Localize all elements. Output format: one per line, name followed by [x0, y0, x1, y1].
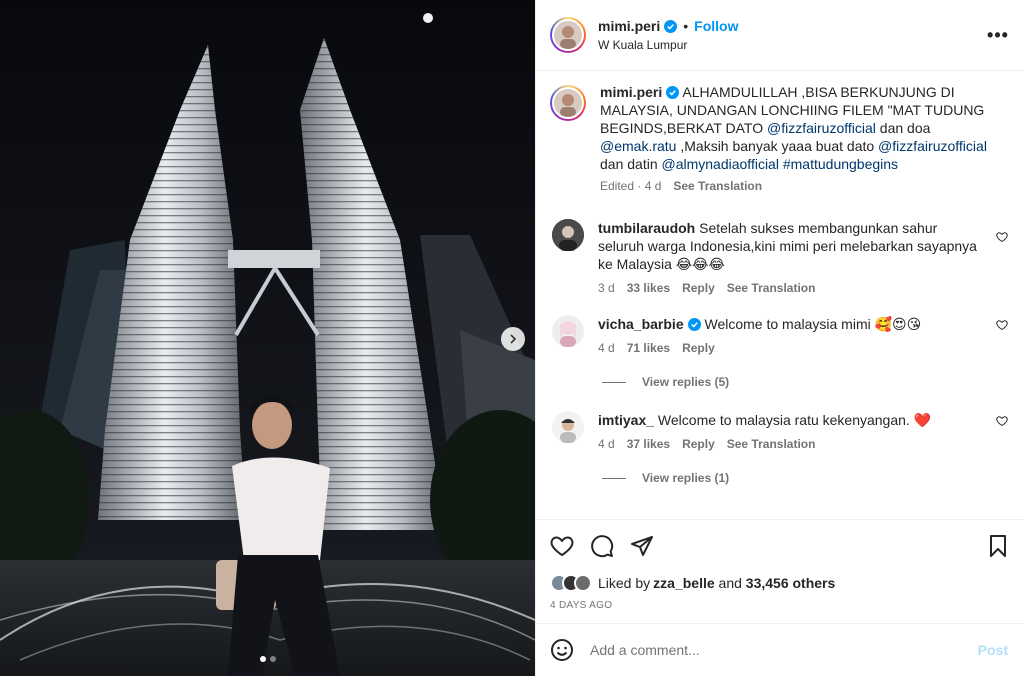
chevron-right-icon [510, 334, 517, 344]
liker-avatars[interactable] [550, 574, 592, 592]
avatar[interactable] [552, 411, 584, 443]
caption-text: dan doa [875, 120, 931, 136]
post-comment-button[interactable]: Post [978, 642, 1008, 658]
emoji-icon[interactable] [550, 638, 574, 662]
mention-link[interactable]: @fizzfairuzofficial [767, 120, 876, 136]
more-options-icon[interactable]: ••• [986, 23, 1010, 47]
comment-icon[interactable] [590, 534, 614, 558]
comment-likes[interactable]: 33 likes [627, 281, 670, 295]
avatar-image [552, 315, 584, 347]
replies-divider [602, 477, 626, 479]
mention-link[interactable]: @emak.ratu [600, 138, 676, 154]
reply-button[interactable]: Reply [682, 281, 715, 295]
hashtag-link[interactable]: #mattudungbegins [783, 156, 898, 172]
likes-prefix: Liked by [598, 575, 651, 591]
comment-username[interactable]: imtiyax_ [598, 412, 654, 428]
likes-summary: Liked by zza_belle and 33,456 others [550, 574, 1010, 592]
comment-time: 4 d [598, 437, 615, 451]
avatar[interactable] [552, 219, 584, 251]
caption: mimi.peri ALHAMDULILLAH ,BISA BERKUNJUNG… [550, 83, 1008, 193]
reply-button[interactable]: Reply [682, 341, 715, 355]
post-media[interactable] [0, 0, 535, 676]
verified-badge-icon [664, 19, 678, 33]
separator-dot: • [683, 18, 689, 34]
comment-likes[interactable]: 37 likes [627, 437, 670, 451]
mention-link[interactable]: @almynadiaofficial [662, 156, 779, 172]
avatar[interactable] [550, 17, 586, 53]
comment-username[interactable]: vicha_barbie [598, 316, 684, 332]
comment-username[interactable]: tumbilaraudoh [598, 220, 695, 236]
post-date[interactable]: 4 DAYS AGO [550, 600, 1010, 611]
post-location[interactable]: W Kuala Lumpur [598, 38, 986, 52]
caption-text: dan datin [600, 156, 662, 172]
avatar-image [552, 219, 584, 251]
post-header: mimi.peri • Follow W Kuala Lumpur ••• [536, 0, 1024, 71]
view-replies-label: View replies (1) [642, 471, 730, 485]
post-actions: Liked by zza_belle and 33,456 others 4 D… [536, 519, 1024, 623]
avatar-image [552, 19, 584, 51]
verified-badge-icon [666, 86, 680, 99]
carousel-dot [269, 656, 276, 662]
follow-button[interactable]: Follow [694, 18, 738, 34]
comment: vicha_barbie Welcome to malaysia mimi 🥰😍… [550, 315, 1008, 355]
caption-username[interactable]: mimi.peri [600, 84, 662, 100]
caption-text: ,Maksih banyak yaaa buat dato [676, 138, 879, 154]
replies-divider [602, 381, 626, 383]
view-replies-button[interactable]: View replies (5) [602, 375, 1008, 389]
view-replies-label: View replies (5) [642, 375, 730, 389]
avatar[interactable] [552, 315, 584, 347]
see-translation-link[interactable]: See Translation [673, 179, 762, 193]
add-comment-bar: Post [536, 623, 1024, 676]
comment: imtiyax_ Welcome to malaysia ratu kekeny… [550, 411, 1008, 451]
mention-link[interactable]: @fizzfairuzofficial [878, 138, 987, 154]
avatar-image [552, 87, 584, 119]
avatar-image [552, 411, 584, 443]
liked-by-user[interactable]: zza_belle [653, 575, 714, 591]
see-translation-link[interactable]: See Translation [727, 281, 816, 295]
see-translation-link[interactable]: See Translation [727, 437, 816, 451]
comment: tumbilaraudoh Setelah sukses membangunka… [550, 219, 1008, 295]
verified-badge-icon [687, 318, 701, 331]
carousel-indicator [0, 656, 535, 662]
comment-text: Welcome to malaysia ratu kekenyangan. ❤️ [654, 412, 932, 428]
like-comment-icon[interactable] [996, 231, 1008, 243]
post-photo [0, 0, 535, 676]
comment-input[interactable] [590, 642, 978, 658]
caption-edited: Edited · 4 d [600, 179, 662, 193]
like-comment-icon[interactable] [996, 415, 1008, 427]
comment-time: 3 d [598, 281, 615, 295]
view-replies-button[interactable]: View replies (1) [602, 471, 1008, 485]
share-icon[interactable] [630, 534, 654, 558]
comment-likes[interactable]: 71 likes [627, 341, 670, 355]
carousel-dot [259, 656, 266, 662]
like-comment-icon[interactable] [996, 319, 1008, 331]
comment-time: 4 d [598, 341, 615, 355]
comment-text: Welcome to malaysia mimi 🥰😍😘 [700, 316, 922, 332]
reply-button[interactable]: Reply [682, 437, 715, 451]
likes-middle: and [714, 575, 746, 591]
comments-list[interactable]: mimi.peri ALHAMDULILLAH ,BISA BERKUNJUNG… [536, 71, 1024, 519]
post-username[interactable]: mimi.peri [598, 18, 660, 34]
avatar[interactable] [550, 85, 586, 121]
likes-count[interactable]: 33,456 others [746, 575, 836, 591]
post-panel: mimi.peri • Follow W Kuala Lumpur ••• mi… [535, 0, 1024, 676]
next-media-button[interactable] [501, 327, 525, 351]
save-icon[interactable] [986, 534, 1010, 558]
like-icon[interactable] [550, 534, 574, 558]
